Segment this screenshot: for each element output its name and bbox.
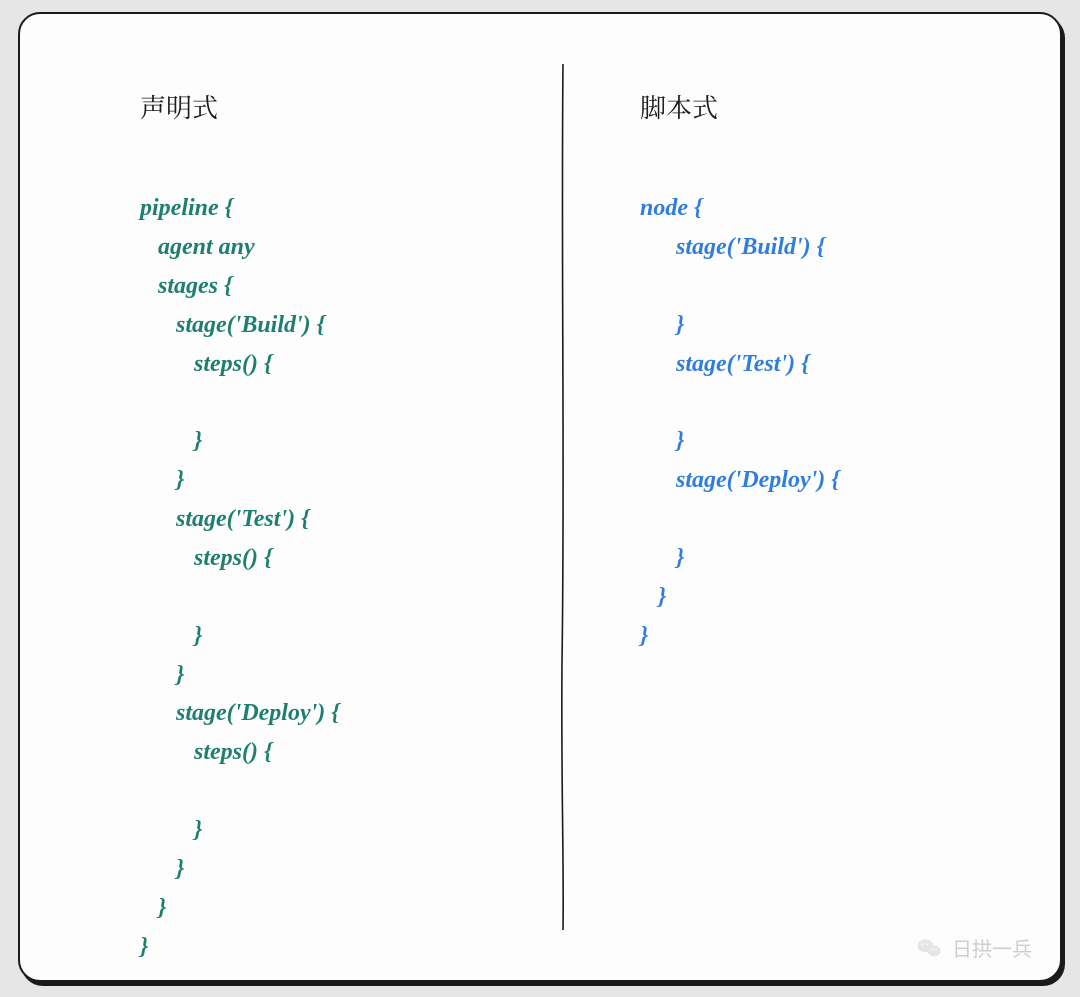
watermark: 日拱一兵 xyxy=(916,933,1032,962)
title-declarative: 声明式 xyxy=(140,88,520,125)
column-declarative: 声明式 pipeline { agent any stages { stage(… xyxy=(20,14,560,980)
divider-line xyxy=(561,64,563,930)
wechat-icon xyxy=(916,935,942,961)
diagram-card: 声明式 pipeline { agent any stages { stage(… xyxy=(18,12,1062,982)
code-declarative: pipeline { agent any stages { stage('Bui… xyxy=(140,189,520,967)
code-scripted: node { stage('Build') { } stage('Test') … xyxy=(640,189,1020,656)
column-scripted: 脚本式 node { stage('Build') { } stage('Tes… xyxy=(560,14,1060,980)
columns: 声明式 pipeline { agent any stages { stage(… xyxy=(20,14,1060,980)
watermark-label: 日拱一兵 xyxy=(952,933,1032,962)
title-scripted: 脚本式 xyxy=(640,88,1020,125)
